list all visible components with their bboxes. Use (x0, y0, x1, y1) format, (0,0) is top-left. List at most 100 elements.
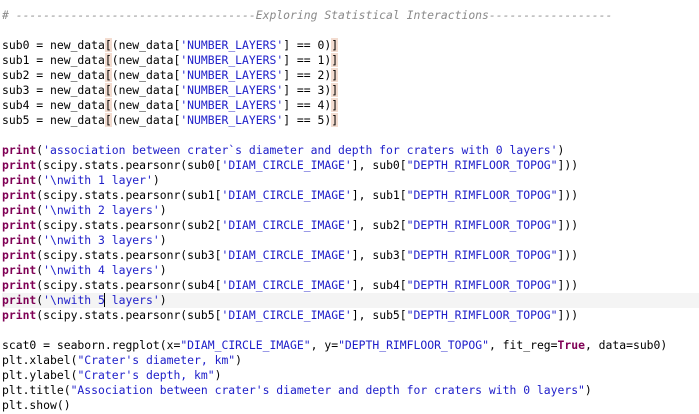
code-line[interactable]: # -----------------------------------Exp… (2, 8, 699, 23)
code-token: "DEPTH_RIMFLOOR_TOPOG" (406, 248, 558, 262)
code-token: (new_data[ (111, 38, 181, 52)
code-token: , fit_reg= (488, 338, 558, 352)
code-token: ], sub5[ (351, 308, 407, 322)
code-token: plt.title( (2, 383, 71, 397)
code-token: 'NUMBER_LAYERS' (180, 68, 284, 82)
code-token: ) (557, 143, 565, 157)
code-token: print (2, 188, 37, 202)
code-token: print (2, 233, 37, 247)
code-token: 'association between crater`s diameter a… (43, 143, 558, 157)
code-token: [ (104, 113, 112, 127)
code-token: ) (159, 203, 167, 217)
code-line[interactable]: sub2 = new_data[(new_data['NUMBER_LAYERS… (2, 68, 699, 83)
code-token: 'NUMBER_LAYERS' (180, 83, 284, 97)
code-token: [ (104, 83, 112, 97)
code-line[interactable]: print(scipy.stats.pearsonr(sub1['DIAM_CI… (2, 188, 699, 203)
code-token: ])) (557, 248, 579, 262)
code-token: ] (331, 68, 339, 82)
code-token: plt.show() (2, 398, 71, 412)
code-token: (scipy.stats.pearsonr(sub5[ (36, 308, 222, 322)
code-token: 'DIAM_CIRCLE_IMAGE' (221, 248, 352, 262)
code-token: , y= (310, 338, 339, 352)
code-token: ] (331, 83, 339, 97)
code-line[interactable]: print(scipy.stats.pearsonr(sub0['DIAM_CI… (2, 158, 699, 173)
code-token: "Crater's depth, km" (77, 368, 215, 382)
code-token: ], sub2[ (351, 218, 407, 232)
code-line[interactable] (2, 128, 699, 143)
code-line[interactable]: sub0 = new_data[(new_data['NUMBER_LAYERS… (2, 38, 699, 53)
code-token: 'DIAM_CIRCLE_IMAGE' (221, 188, 352, 202)
code-line[interactable]: print(scipy.stats.pearsonr(sub4['DIAM_CI… (2, 278, 699, 293)
code-line[interactable]: print('\nwith 2 layers') (2, 203, 699, 218)
code-token: "DEPTH_RIMFLOOR_TOPOG" (406, 188, 558, 202)
code-token: ) (159, 263, 167, 277)
code-token: scat0 = seaborn.regplot(x= (2, 338, 181, 352)
code-token: [ (104, 38, 112, 52)
code-token: sub1 = new_data (2, 53, 105, 67)
code-token: (new_data[ (111, 83, 181, 97)
code-token: ] (331, 38, 339, 52)
code-token: ], sub0[ (351, 158, 407, 172)
code-token: '\nwith 2 layers' (43, 203, 160, 217)
code-token: "Crater's diameter, km" (77, 353, 236, 367)
code-line[interactable]: plt.title("Association between crater's … (2, 383, 699, 398)
code-token: 'NUMBER_LAYERS' (180, 113, 284, 127)
code-line[interactable]: plt.show() (2, 398, 699, 413)
code-token: ] (331, 53, 339, 67)
code-line[interactable]: print('\nwith 5 layers') (2, 293, 699, 308)
code-token: [ (104, 98, 112, 112)
code-token: print (2, 263, 37, 277)
code-token: (scipy.stats.pearsonr(sub3[ (36, 248, 222, 262)
code-line[interactable]: print(scipy.stats.pearsonr(sub2['DIAM_CI… (2, 218, 699, 233)
code-token: ] == 3) (283, 83, 332, 97)
code-token: print (2, 173, 37, 187)
code-token: ], sub3[ (351, 248, 407, 262)
code-token: "DIAM_CIRCLE_IMAGE" (180, 338, 311, 352)
code-line[interactable]: print('\nwith 1 layer') (2, 173, 699, 188)
code-token: 'DIAM_CIRCLE_IMAGE' (221, 158, 352, 172)
code-token: (new_data[ (111, 98, 181, 112)
code-token: 'DIAM_CIRCLE_IMAGE' (221, 278, 352, 292)
code-token: ])) (557, 308, 579, 322)
code-line[interactable]: plt.xlabel("Crater's diameter, km") (2, 353, 699, 368)
code-line[interactable]: plt.ylabel("Crater's depth, km") (2, 368, 699, 383)
code-token: print (2, 308, 37, 322)
code-token: ] == 5) (283, 113, 332, 127)
code-token: print (2, 203, 37, 217)
code-token: ])) (557, 158, 579, 172)
code-token: sub3 = new_data (2, 83, 105, 97)
code-token: ])) (557, 218, 579, 232)
code-token: True (557, 338, 585, 352)
code-token: sub4 = new_data (2, 98, 105, 112)
code-token: ) (159, 233, 167, 247)
code-line[interactable]: sub4 = new_data[(new_data['NUMBER_LAYERS… (2, 98, 699, 113)
code-token: print (2, 248, 37, 262)
code-line[interactable]: print('\nwith 4 layers') (2, 263, 699, 278)
code-line[interactable]: print(scipy.stats.pearsonr(sub5['DIAM_CI… (2, 308, 699, 323)
code-token: ])) (557, 278, 579, 292)
code-line[interactable]: print(scipy.stats.pearsonr(sub3['DIAM_CI… (2, 248, 699, 263)
code-token: # -----------------------------------Exp… (2, 8, 613, 22)
code-token: print (2, 143, 37, 157)
code-line[interactable] (2, 323, 699, 338)
code-token: "DEPTH_RIMFLOOR_TOPOG" (406, 308, 558, 322)
code-line[interactable]: print('association between crater`s diam… (2, 143, 699, 158)
code-line[interactable] (2, 23, 699, 38)
code-token: '\nwith 1 layer' (43, 173, 153, 187)
code-token: "DEPTH_RIMFLOOR_TOPOG" (406, 218, 558, 232)
code-token: '\nwith 4 layers' (43, 263, 160, 277)
code-line[interactable]: print('\nwith 3 layers') (2, 233, 699, 248)
code-token: (scipy.stats.pearsonr(sub4[ (36, 278, 222, 292)
code-token: ] (331, 113, 339, 127)
code-token: 'DIAM_CIRCLE_IMAGE' (221, 218, 352, 232)
code-line[interactable]: sub3 = new_data[(new_data['NUMBER_LAYERS… (2, 83, 699, 98)
code-token: ) (152, 173, 160, 187)
code-token: "DEPTH_RIMFLOOR_TOPOG" (406, 158, 558, 172)
code-token: 'NUMBER_LAYERS' (180, 98, 284, 112)
code-token: (new_data[ (111, 113, 181, 127)
code-editor[interactable]: # -----------------------------------Exp… (0, 0, 699, 414)
code-line[interactable]: scat0 = seaborn.regplot(x="DIAM_CIRCLE_I… (2, 338, 699, 353)
code-line[interactable]: sub1 = new_data[(new_data['NUMBER_LAYERS… (2, 53, 699, 68)
code-token: (scipy.stats.pearsonr(sub0[ (36, 158, 222, 172)
code-line[interactable]: sub5 = new_data[(new_data['NUMBER_LAYERS… (2, 113, 699, 128)
